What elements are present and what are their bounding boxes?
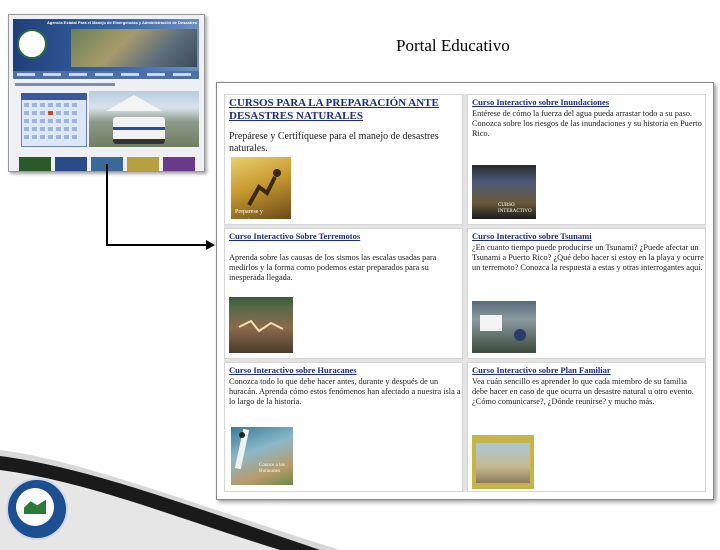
course-thumbnail[interactable] [229,297,293,353]
thumbnail-calendar-day[interactable] [24,111,29,115]
connector-line-vertical [106,164,108,245]
thumbnail-nav-item[interactable] [17,73,35,76]
thumbnail-calendar-day[interactable] [64,103,69,107]
course-title[interactable]: Curso Interactivo sobre Plan Familiar [472,365,704,375]
thumbnail-calendar-day[interactable] [40,119,45,123]
thumbnail-calendar-day[interactable] [40,127,45,131]
thumbnail-calendar-day[interactable] [32,119,37,123]
course-thumbnail-label: CURSO INTERACTIVO [498,203,532,214]
thumbnail-calendar-header [21,93,87,100]
course-description: ¿En cuanto tiempo puede producirse un Ts… [472,243,704,272]
course-title[interactable]: Curso Interactivo sobre Huracanes [229,365,461,375]
course-title[interactable]: CURSOS PARA LA PREPARACIÓN ANTE DESASTRE… [229,97,461,123]
course-card-earthquakes[interactable]: Curso Interactivo Sobre Terremotos Apren… [224,228,463,359]
course-thumbnail-label: Preparese y Certifiquese [235,209,265,225]
thumbnail-calendar-day[interactable] [24,127,29,131]
thumbnail-calendar-day[interactable] [64,119,69,123]
crack-icon [238,319,284,333]
thumbnail-calendar-day[interactable] [64,135,69,139]
course-description: Entérese de cómo la fuerza del agua pued… [472,109,702,138]
course-title[interactable]: Curso Interactivo sobre Tsunami [472,231,704,241]
thumbnail-calendar-day[interactable] [32,127,37,131]
thumbnail-calendar-day[interactable] [40,135,45,139]
course-card-preparation[interactable]: CURSOS PARA LA PREPARACIÓN ANTE DESASTRE… [224,94,463,225]
family-photo [476,443,530,483]
thumbnail-calendar-day[interactable] [40,111,45,115]
thumbnail-calendar-day[interactable] [48,103,53,107]
course-title[interactable]: Curso Interactivo sobre Inundaciones [472,97,704,107]
course-thumbnail[interactable] [472,435,534,489]
course-card-family-plan[interactable]: Curso Interactivo sobre Plan Familiar Ve… [467,362,706,492]
portal-screenshot: CURSOS PARA LA PREPARACIÓN ANTE DESASTRE… [216,82,714,500]
thumbnail-nav-item[interactable] [173,73,191,76]
thumbnail-calendar-day[interactable] [40,103,45,107]
thumbnail-truck-stripe [113,127,165,130]
course-description: Aprenda sobre las causas de los sismos l… [229,253,437,282]
thumbnail-calendar-day[interactable] [24,135,29,139]
thumbnail-calendar-day[interactable] [32,111,37,115]
portal-grid: CURSOS PARA LA PREPARACIÓN ANTE DESASTRE… [224,94,706,492]
thumbnail-calendar-day[interactable] [32,135,37,139]
thumbnail-nav-item[interactable] [69,73,87,76]
thumbnail-calendar[interactable] [21,93,87,147]
thumbnail-truck [113,117,165,144]
thumbnail-calendar-day[interactable] [56,135,61,139]
thumbnail-calendar-day[interactable] [72,111,77,115]
course-card-tsunami[interactable]: Curso Interactivo sobre Tsunami ¿En cuan… [467,228,706,359]
whiteboard-icon [480,315,526,341]
thumbnail-tile[interactable] [163,157,195,171]
agency-logo-icon [17,29,47,59]
thumbnail-breadcrumb [15,83,115,86]
slide-title: Portal Educativo [396,36,510,55]
course-description: Prepárese y Certifíquese para el manejo … [229,131,439,154]
thumbnail-tile[interactable] [55,157,87,171]
thumbnail-calendar-day[interactable] [32,103,37,107]
course-title[interactable]: Curso Interactivo Sobre Terremotos [229,231,461,241]
thumbnail-calendar-day[interactable] [24,103,29,107]
thumbnail-calendar-day[interactable] [72,127,77,131]
thumbnail-calendar-day[interactable] [48,119,53,123]
course-description: Vea cuán sencillo es aprender lo que cad… [472,377,694,406]
thumbnail-calendar-day[interactable] [56,119,61,123]
thumbnail-nav-item[interactable] [43,73,61,76]
thumbnail-calendar-day[interactable] [72,135,77,139]
thumbnail-header-text: Agencia Estatal Para el Manejo de Emerge… [47,20,198,25]
thumbnail-nav-item[interactable] [95,73,113,76]
thumbnail-nav-item[interactable] [147,73,165,76]
course-thumbnail[interactable] [472,301,536,353]
thumbnail-calendar-day[interactable] [56,111,61,115]
agency-site-thumbnail[interactable]: Agencia Estatal Para el Manejo de Emerge… [8,14,205,172]
thumbnail-calendar-day[interactable] [56,103,61,107]
thumbnail-calendar-day[interactable] [48,127,53,131]
course-description: Conozca todo lo que debe hacer antes, du… [229,377,461,406]
thumbnail-nav-item[interactable] [121,73,139,76]
thumbnail-tile[interactable] [127,157,159,171]
thumbnail-calendar-day[interactable] [24,119,29,123]
thumbnail-calendar-day[interactable] [72,103,77,107]
thumbnail-header-photo [71,29,197,67]
thumbnail-calendar-day[interactable] [48,135,53,139]
thumbnail-calendar-day[interactable] [64,127,69,131]
thumbnail-tile[interactable] [19,157,51,171]
thumbnail-calendar-day[interactable] [72,119,77,123]
course-card-floods[interactable]: Curso Interactivo sobre Inundaciones Ent… [467,94,706,225]
thumbnail-calendar-day[interactable] [64,111,69,115]
connector-arrow-icon [206,240,215,250]
thumbnail-calendar-day[interactable] [48,111,53,115]
thumbnail-calendar-day[interactable] [56,127,61,131]
connector-line-horizontal [106,244,208,246]
